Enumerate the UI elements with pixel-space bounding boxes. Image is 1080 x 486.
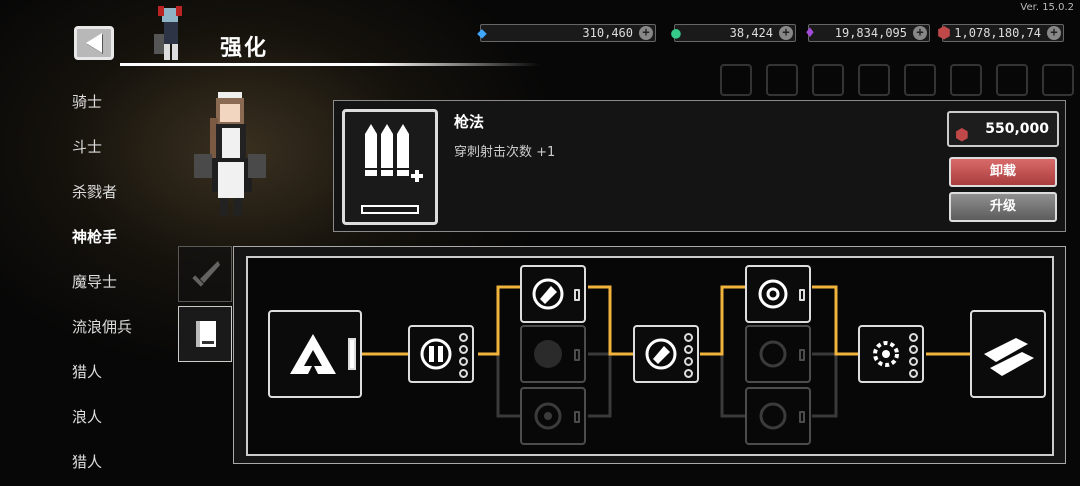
currency-value: 1,078,180,74 bbox=[954, 26, 1041, 40]
target-icon bbox=[759, 340, 787, 368]
emblem-icon[interactable] bbox=[904, 64, 936, 96]
currency-green-gem: ● 38,424 + bbox=[671, 24, 796, 42]
class-item[interactable]: 猎人 bbox=[72, 448, 182, 486]
add-ore-button[interactable]: + bbox=[1047, 26, 1061, 40]
bullets-plus-icon bbox=[365, 124, 423, 182]
book-icon bbox=[196, 321, 216, 347]
back-arrow-icon bbox=[86, 33, 102, 53]
cost-value: 550,000 bbox=[985, 121, 1049, 137]
triangle-emblem-icon bbox=[290, 334, 336, 374]
currency-ore: ⬢ 1,078,180,74 + bbox=[937, 24, 1064, 42]
shield-emblem-icon bbox=[420, 338, 452, 370]
tab-skill-book[interactable] bbox=[178, 306, 232, 362]
skill-name: 枪法 bbox=[454, 113, 485, 131]
chat-icon[interactable] bbox=[950, 64, 982, 96]
player-avatar bbox=[154, 6, 182, 60]
skill-description: 穿刺射击次数 +1 bbox=[454, 145, 556, 160]
skill-node[interactable] bbox=[633, 325, 699, 383]
class-list: 骑士 斗士 杀戮者 神枪手 魔导士 流浪佣兵 猎人 浪人 猎人 bbox=[72, 88, 182, 486]
skill-icon-box bbox=[342, 109, 438, 225]
bullet-burst-icon bbox=[532, 278, 564, 310]
purple-crystal-icon: ♦ bbox=[805, 23, 815, 42]
page-title: 强化 bbox=[220, 36, 269, 61]
menu-icon[interactable] bbox=[1042, 64, 1074, 96]
class-item[interactable]: 骑士 bbox=[72, 88, 182, 133]
class-item[interactable]: 魔导士 bbox=[72, 268, 182, 313]
scroll-icon[interactable] bbox=[858, 64, 890, 96]
shop-icon[interactable] bbox=[720, 64, 752, 96]
upgrade-button[interactable]: 升级 bbox=[949, 192, 1057, 222]
game-screen: Ver. 15.0.2 强化 ◆ 310,460 + ● 38,424 + ♦ … bbox=[0, 0, 1080, 486]
skill-node[interactable] bbox=[858, 325, 924, 383]
gear-icon bbox=[873, 341, 899, 367]
skill-node-locked[interactable] bbox=[745, 325, 811, 383]
add-diamond-button[interactable]: + bbox=[639, 26, 653, 40]
hammer-icon[interactable] bbox=[766, 64, 798, 96]
book-icon[interactable] bbox=[812, 64, 844, 96]
unload-button[interactable]: 卸载 bbox=[949, 157, 1057, 187]
add-green-gem-button[interactable]: + bbox=[779, 26, 793, 40]
class-item[interactable]: 杀戮者 bbox=[72, 178, 182, 223]
bullet-burst-icon bbox=[534, 340, 562, 368]
class-item[interactable]: 浪人 bbox=[72, 403, 182, 448]
skill-node-locked[interactable] bbox=[520, 325, 586, 383]
version-label: Ver. 15.0.2 bbox=[1020, 2, 1074, 13]
target-icon bbox=[534, 402, 562, 430]
ore-icon: ⬢ bbox=[955, 125, 969, 144]
target-icon bbox=[758, 279, 788, 309]
missiles-icon bbox=[984, 338, 1034, 376]
currency-diamond: ◆ 310,460 + bbox=[477, 24, 656, 42]
top-menu-icons bbox=[720, 64, 1074, 96]
class-item[interactable]: 流浪佣兵 bbox=[72, 313, 182, 358]
skill-node-locked[interactable] bbox=[745, 387, 811, 445]
add-purple-crystal-button[interactable]: + bbox=[913, 26, 927, 40]
bullet-burst-icon bbox=[645, 338, 677, 370]
green-gem-icon: ● bbox=[671, 23, 681, 42]
class-item-active[interactable]: 神枪手 bbox=[72, 223, 182, 268]
blue-diamond-icon: ◆ bbox=[477, 23, 487, 42]
currency-purple-crystal: ♦ 19,834,095 + bbox=[805, 24, 930, 42]
currency-value: 310,460 bbox=[582, 26, 633, 40]
back-button[interactable] bbox=[74, 26, 114, 60]
skill-node[interactable] bbox=[408, 325, 474, 383]
class-item[interactable]: 猎人 bbox=[72, 358, 182, 403]
class-item[interactable]: 斗士 bbox=[72, 133, 182, 178]
skill-detail-panel: 枪法 穿刺射击次数 +1 ⬢ 550,000 卸载 升级 bbox=[333, 100, 1066, 232]
skill-node[interactable] bbox=[745, 265, 811, 323]
title-divider bbox=[120, 63, 540, 66]
skill-level-bar bbox=[361, 205, 419, 214]
skill-node-locked[interactable] bbox=[520, 387, 586, 445]
skill-node-final[interactable] bbox=[970, 310, 1046, 398]
mail-icon[interactable] bbox=[996, 64, 1028, 96]
currency-value: 19,834,095 bbox=[834, 26, 907, 40]
character-portrait bbox=[194, 92, 266, 216]
target-icon bbox=[759, 402, 787, 430]
sword-icon bbox=[192, 261, 220, 287]
skill-node[interactable] bbox=[520, 265, 586, 323]
node-slot bbox=[348, 338, 356, 370]
tab-weapon[interactable] bbox=[178, 246, 232, 302]
skill-node-root[interactable] bbox=[268, 310, 362, 398]
ore-icon: ⬢ bbox=[937, 23, 951, 42]
currency-value: 38,424 bbox=[729, 26, 773, 40]
upgrade-cost: ⬢ 550,000 bbox=[947, 111, 1059, 147]
